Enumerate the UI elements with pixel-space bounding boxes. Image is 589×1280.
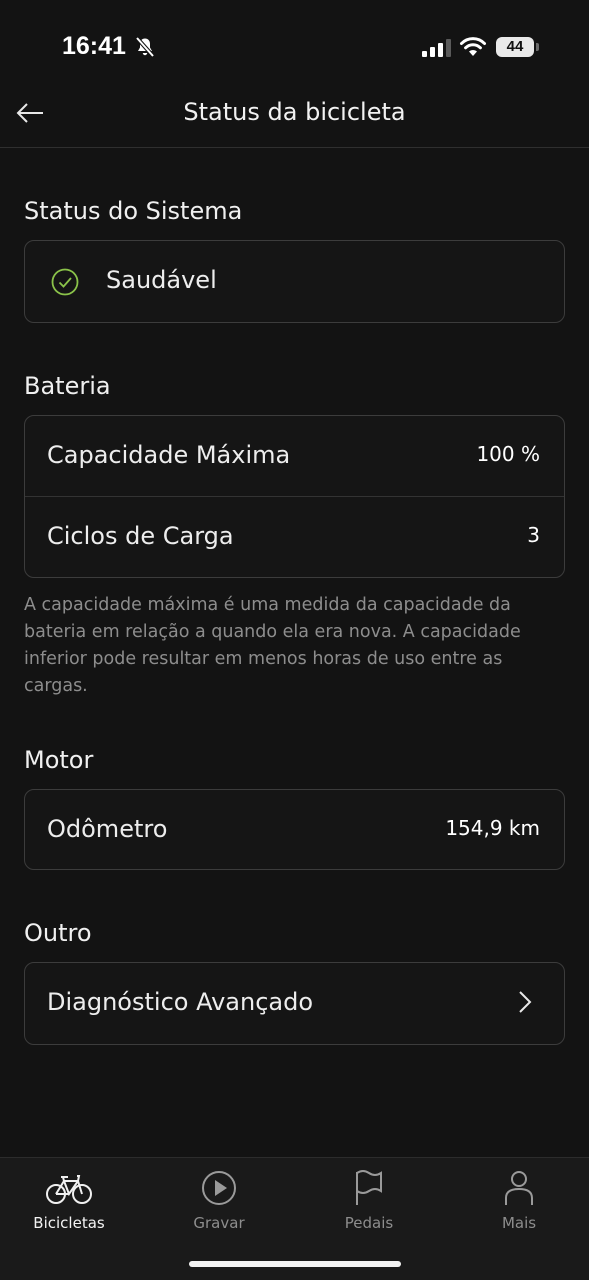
tab-label: Bicicletas — [33, 1214, 105, 1232]
status-time: 16:41 — [62, 32, 126, 60]
section-title-motor: Motor — [24, 746, 94, 774]
battery-info-note: A capacidade máxima é uma medida da capa… — [24, 595, 521, 696]
tab-label: Gravar — [193, 1214, 245, 1232]
odometer-label: Odômetro — [47, 815, 168, 843]
tab-gravar[interactable]: Gravar — [159, 1168, 279, 1238]
battery-card: Capacidade Máxima 100 % Ciclos de Carga … — [24, 415, 565, 578]
section-title-system-status: Status do Sistema — [24, 197, 243, 225]
tab-label: Mais — [501, 1214, 537, 1232]
system-status-card: Saudável — [24, 240, 565, 323]
battery-level: 44 — [506, 38, 524, 55]
section-title-battery: Bateria — [24, 372, 111, 400]
tab-label: Pedais — [344, 1214, 394, 1232]
system-status-value: Saudável — [106, 266, 217, 294]
nav-header: Status da bicicleta — [0, 92, 589, 148]
advanced-diagnostics-label: Diagnóstico Avançado — [47, 988, 314, 1016]
motor-card: Odômetro 154,9 km — [24, 789, 565, 870]
motor-row-odometer: Odômetro 154,9 km — [25, 790, 564, 870]
chevron-right-icon — [519, 991, 532, 1013]
status-bar: 16:41 44 — [0, 0, 589, 92]
person-icon — [505, 1171, 533, 1205]
charge-cycles-value: 3 — [527, 523, 540, 547]
odometer-value: 154,9 km — [445, 816, 540, 840]
max-capacity-label: Capacidade Máxima — [47, 441, 291, 469]
bell-slash-icon — [135, 36, 155, 58]
advanced-diagnostics-row[interactable]: Diagnóstico Avançado — [25, 963, 564, 1043]
play-circle-icon — [202, 1171, 236, 1205]
flag-icon — [356, 1170, 382, 1205]
max-capacity-value: 100 % — [476, 442, 540, 466]
home-indicator — [189, 1261, 401, 1267]
battery-icon: 44 — [496, 37, 534, 57]
battery-row-max-capacity: Capacidade Máxima 100 % — [25, 416, 564, 496]
system-status-row: Saudável — [25, 241, 564, 321]
section-title-other: Outro — [24, 919, 92, 947]
battery-nub — [536, 43, 539, 51]
wifi-icon — [460, 37, 486, 56]
other-card: Diagnóstico Avançado — [24, 962, 565, 1045]
page-title: Status da bicicleta — [183, 98, 406, 126]
cellular-signal-icon — [422, 39, 451, 57]
tab-pedais[interactable]: Pedais — [309, 1168, 429, 1238]
battery-row-charge-cycles: Ciclos de Carga 3 — [25, 496, 564, 576]
tab-mais[interactable]: Mais — [459, 1168, 579, 1238]
charge-cycles-label: Ciclos de Carga — [47, 522, 234, 550]
tab-bicicletas[interactable]: Bicicletas — [9, 1168, 129, 1238]
check-circle-icon — [51, 268, 79, 296]
bicycle-icon — [46, 1175, 92, 1204]
